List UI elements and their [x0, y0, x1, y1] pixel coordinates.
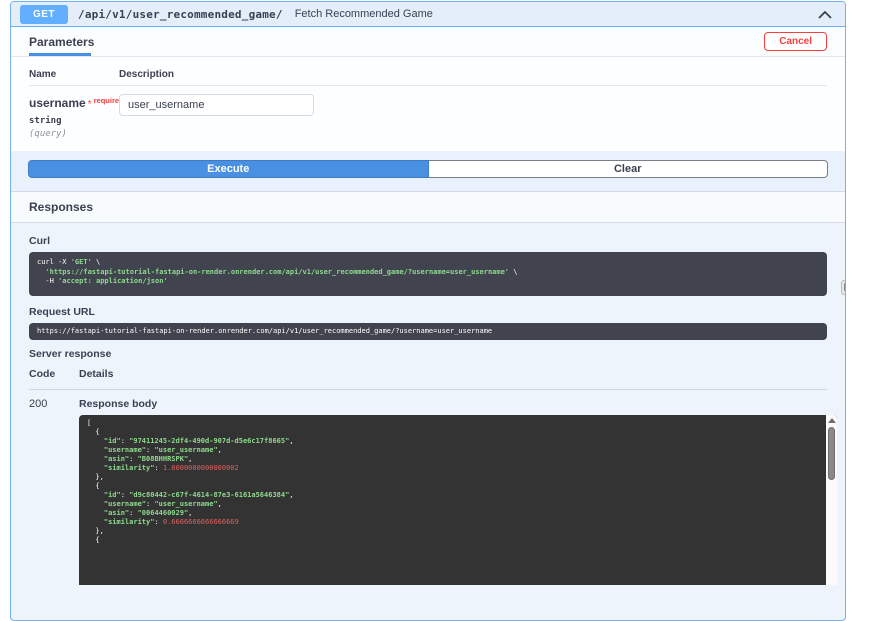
responses-title: Responses [29, 200, 93, 214]
parameters-table-head: Name Description [29, 63, 827, 86]
http-method-badge: GET [20, 5, 68, 24]
server-response-label: Server response [29, 348, 837, 360]
code-column-header: Code [29, 368, 79, 380]
parameter-description-cell [119, 94, 314, 139]
server-response-row: 200 Response body [ { "id": "97411245-2d… [29, 390, 837, 585]
details-column-header: Details [79, 368, 113, 380]
username-input[interactable] [119, 94, 314, 116]
parameter-location: (query) [29, 129, 119, 139]
required-asterisk: * [88, 99, 92, 110]
collapse-button[interactable] [814, 5, 836, 24]
clipboard-icon [844, 280, 846, 295]
response-body-scrollbar[interactable] [826, 415, 837, 585]
endpoint-path: /api/v1/user_recommended_game/ [78, 8, 283, 21]
server-response-table-head: Code Details [29, 360, 827, 390]
curl-command-block: curl -X 'GET' \ 'https://fastapi-tutoria… [29, 252, 827, 296]
scroll-up-arrow-icon[interactable] [828, 418, 836, 423]
request-url-label: Request URL [29, 306, 837, 318]
operation-block-get: GET /api/v1/user_recommended_game/ Fetch… [10, 1, 846, 621]
response-body-label: Response body [79, 398, 837, 410]
curl-label: Curl [29, 235, 837, 247]
cancel-button[interactable]: Cancel [764, 32, 827, 51]
execute-button[interactable]: Execute [28, 160, 429, 178]
responses-section-header: Responses [11, 191, 845, 223]
response-body-json: [ { "id": "97411245-2df4-490d-907d-d5e6c… [79, 415, 826, 585]
parameter-row: username*required string (query) [29, 86, 827, 139]
endpoint-summary[interactable]: GET /api/v1/user_recommended_game/ Fetch… [11, 2, 845, 27]
parameters-title: Parameters [29, 35, 94, 49]
chevron-up-icon [818, 7, 832, 22]
description-column-header: Description [119, 69, 174, 80]
execute-wrapper: Execute Clear [11, 151, 845, 191]
copy-curl-button[interactable] [841, 280, 846, 295]
parameter-name-cell: username*required string (query) [29, 94, 119, 139]
request-url-block: https://fastapi-tutorial-fastapi-on-rend… [29, 323, 827, 340]
parameter-type: string [29, 116, 119, 126]
endpoint-description: Fetch Recommended Game [295, 8, 433, 20]
responses-content: Curl curl -X 'GET' \ 'https://fastapi-tu… [11, 223, 845, 585]
parameters-table: Name Description username*required strin… [11, 57, 845, 151]
name-column-header: Name [29, 69, 119, 80]
response-body-block: [ { "id": "97411245-2df4-490d-907d-d5e6c… [79, 415, 837, 585]
parameters-tab-underline [29, 53, 91, 56]
scrollbar-thumb[interactable] [828, 427, 835, 480]
clear-button[interactable]: Clear [429, 160, 829, 178]
response-details-cell: Response body [ { "id": "97411245-2df4-4… [79, 397, 837, 585]
parameters-section-header: Parameters Cancel [11, 27, 845, 57]
status-code: 200 [29, 397, 79, 585]
parameter-name: username [29, 96, 86, 110]
